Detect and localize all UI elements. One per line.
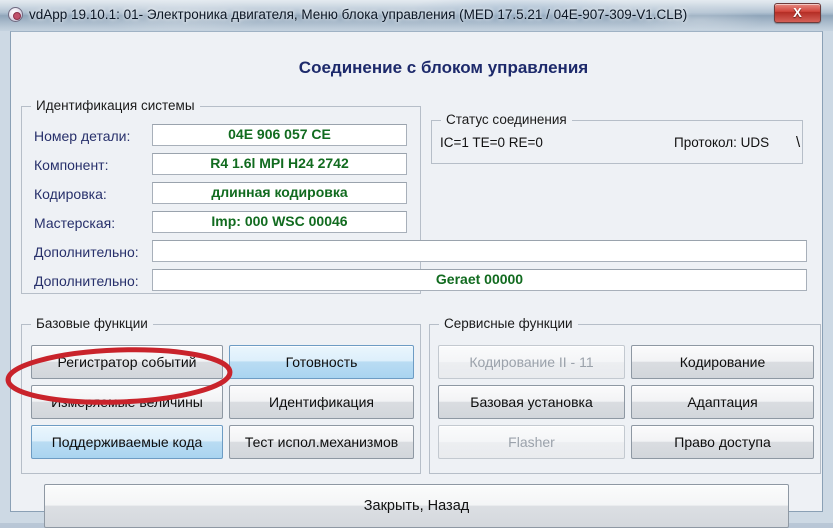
connection-status-line: IC=1 TE=0 RE=0 Протокол: UDS \ xyxy=(438,134,800,155)
application-window: vdApp 19.10.1: 01- Электроника двигателя… xyxy=(0,0,833,528)
identification-button-label: Идентификация xyxy=(269,394,374,410)
additional-field-1[interactable] xyxy=(152,240,807,262)
component-label: Компонент: xyxy=(34,157,109,173)
access-rights-button[interactable]: Право доступа xyxy=(631,425,814,459)
additional-label-2: Дополнительно: xyxy=(34,273,139,289)
close-back-button-label: Закрыть, Назад xyxy=(363,498,470,514)
coding-button-label: Кодирование xyxy=(679,354,766,370)
actuator-test-button[interactable]: Тест испол.механизмов xyxy=(229,425,414,459)
workshop-field[interactable]: Imp: 000 WSC 00046 xyxy=(152,211,407,233)
client-area: Соединение с блоком управления Идентифик… xyxy=(10,31,823,528)
identification-group: Идентификация системы Номер детали: 04E … xyxy=(21,98,807,294)
basic-setting-button-label: Базовая установка xyxy=(470,394,593,410)
actuator-test-button-label: Тест испол.механизмов xyxy=(244,434,399,450)
access-rights-button-label: Право доступа xyxy=(674,434,771,450)
status-flags: IC=1 TE=0 RE=0 xyxy=(440,135,543,150)
client-background: Соединение с блоком управления Идентифик… xyxy=(11,32,822,528)
coding-2-11-button-label: Кодирование II - 11 xyxy=(469,354,594,370)
close-icon: X xyxy=(793,5,802,20)
component-field[interactable]: R4 1.6l MPI H24 2742 xyxy=(152,153,407,175)
basic-functions-group: Базовые функции Регистратор событий Гото… xyxy=(21,316,421,474)
identification-row: Дополнительно: xyxy=(22,240,807,269)
service-functions-group: Сервисные функции Кодирование II - 11 Ко… xyxy=(429,316,821,474)
readiness-button[interactable]: Готовность xyxy=(229,345,414,379)
adaptation-button[interactable]: Адаптация xyxy=(631,385,814,419)
basic-setting-button[interactable]: Базовая установка xyxy=(438,385,625,419)
additional-field-2[interactable]: Geraet 00000 xyxy=(152,269,807,291)
service-functions-group-title: Сервисные функции xyxy=(439,316,578,331)
title-bar: vdApp 19.10.1: 01- Электроника двигателя… xyxy=(0,0,833,30)
component-value: R4 1.6l MPI H24 2742 xyxy=(210,155,349,171)
window-title: vdApp 19.10.1: 01- Электроника двигателя… xyxy=(29,7,688,22)
workshop-label: Мастерская: xyxy=(34,215,116,231)
status-spinner-icon: \ xyxy=(796,134,801,151)
close-back-button[interactable]: Закрыть, Назад xyxy=(44,484,789,528)
identification-row: Номер детали: 04E 906 057 CE xyxy=(22,124,422,153)
coding-value: длинная кодировка xyxy=(211,184,348,200)
connection-status-group: Статус соединения IC=1 TE=0 RE=0 Протоко… xyxy=(431,112,803,164)
coding-2-11-button: Кодирование II - 11 xyxy=(438,345,625,379)
coding-label: Кодировка: xyxy=(34,186,107,202)
status-protocol: Протокол: UDS xyxy=(674,135,770,150)
part-number-value: 04E 906 057 CE xyxy=(228,126,331,142)
measured-values-button[interactable]: Измеряемые величины xyxy=(31,385,223,419)
additional-value-2: Geraet 00000 xyxy=(435,271,524,287)
identification-button[interactable]: Идентификация xyxy=(229,385,414,419)
part-number-label: Номер детали: xyxy=(34,128,131,144)
coding-field[interactable]: длинная кодировка xyxy=(152,182,407,204)
identification-row: Компонент: R4 1.6l MPI H24 2742 xyxy=(22,153,422,182)
measured-values-button-label: Измеряемые величины xyxy=(51,394,203,410)
part-number-field[interactable]: 04E 906 057 CE xyxy=(152,124,407,146)
coding-button[interactable]: Кодирование xyxy=(631,345,814,379)
flasher-button-label: Flasher xyxy=(508,434,555,450)
identification-row: Кодировка: длинная кодировка xyxy=(22,182,422,211)
event-logger-button-label: Регистратор событий xyxy=(57,354,197,370)
readiness-button-label: Готовность xyxy=(285,354,358,370)
event-logger-button[interactable]: Регистратор событий xyxy=(31,345,223,379)
additional-label-1: Дополнительно: xyxy=(34,244,139,260)
app-icon xyxy=(8,7,23,22)
page-title: Соединение с блоком управления xyxy=(298,58,589,77)
identification-row: Мастерская: Imp: 000 WSC 00046 xyxy=(22,211,422,240)
supported-codes-button-label: Поддерживаемые кода xyxy=(51,434,203,450)
supported-codes-button[interactable]: Поддерживаемые кода xyxy=(31,425,223,459)
identification-group-title: Идентификация системы xyxy=(31,98,200,113)
workshop-value: Imp: 000 WSC 00046 xyxy=(211,213,348,229)
basic-functions-group-title: Базовые функции xyxy=(31,316,153,331)
flasher-button: Flasher xyxy=(438,425,625,459)
close-window-button[interactable]: X xyxy=(774,3,821,23)
identification-row: Дополнительно: Geraet 00000 xyxy=(22,269,807,298)
connection-status-group-title: Статус соединения xyxy=(441,112,572,127)
adaptation-button-label: Адаптация xyxy=(687,394,758,410)
